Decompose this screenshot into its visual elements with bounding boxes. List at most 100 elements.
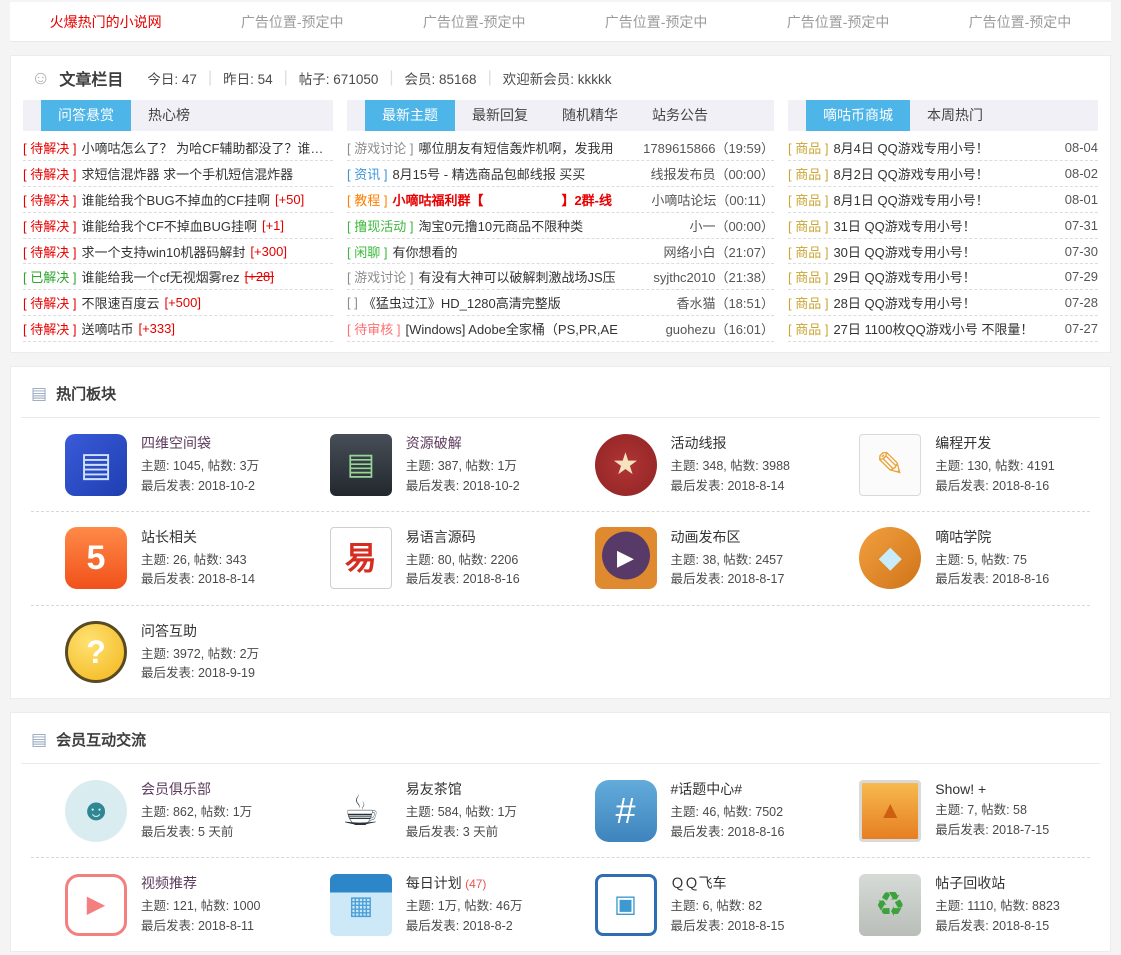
list-item[interactable]: [ 商品 ]27日 1100枚QQ游戏小号 不限量！07-27 — [788, 316, 1098, 342]
topic-title[interactable]: 30日 QQ游戏专用小号！ — [833, 242, 975, 261]
forum-block[interactable]: ✎编程开发主题: 130, 帖数: 4191最后发表: 2018-8-16 — [825, 433, 1090, 496]
forum-name-link[interactable]: 动画发布区 — [671, 527, 785, 547]
ad-slot-3[interactable]: 广告位置-预定中 — [605, 12, 708, 32]
topic-tag[interactable]: [ 待解决 ] — [23, 164, 76, 183]
list-item[interactable]: [ 教程 ]小嘀咕福利群【 】2群-线小嘀咕论坛（00:11） — [347, 187, 774, 213]
forum-name-link[interactable]: 会员俱乐部 — [141, 779, 252, 799]
tab-qa-bounty[interactable]: 问答悬赏 — [41, 100, 131, 131]
forum-block[interactable]: ▶视频推荐主题: 121, 帖数: 1000最后发表: 2018-8-11 — [31, 873, 296, 936]
html5-icon[interactable]: 5 — [65, 527, 127, 589]
topic-tag[interactable]: [ 待解决 ] — [23, 190, 76, 209]
tab-site-announcements[interactable]: 站务公告 — [635, 100, 725, 131]
topic-tag[interactable]: [ 游戏讨论 ] — [347, 138, 413, 157]
topic-title[interactable]: 求短信混炸器 求一个手机短信混炸器 — [81, 164, 293, 183]
list-item[interactable]: [ 商品 ]30日 QQ游戏专用小号！07-30 — [788, 239, 1098, 265]
forum-name-link[interactable]: #话题中心# — [671, 779, 785, 799]
forum-name-link[interactable]: 帖子回收站 — [935, 873, 1060, 893]
topic-tag[interactable]: [ 待解决 ] — [23, 242, 76, 261]
list-item[interactable]: [ 商品 ]28日 QQ游戏专用小号！07-28 — [788, 290, 1098, 316]
list-item[interactable]: [ 已解决 ]谁能给我一个cf无视烟雾rez[+28] — [23, 264, 333, 290]
forum-block[interactable]: 5站长相关主题: 26, 帖数: 343最后发表: 2018-8-14 — [31, 527, 296, 590]
bounty-amount[interactable]: [+300] — [250, 244, 287, 259]
forum-name-link[interactable]: 嘀咕学院 — [935, 527, 1049, 547]
forum-block[interactable]: ▣ＱＱ飞车主题: 6, 帖数: 82最后发表: 2018-8-15 — [561, 873, 826, 936]
diamond-icon[interactable]: ◆ — [859, 527, 921, 589]
topic-author-time[interactable]: guohezu（16:01） — [658, 319, 774, 338]
monitor-icon[interactable]: ▤ — [330, 434, 392, 496]
topic-title[interactable]: [Windows] Adobe全家桶（PS,PR,AE — [405, 319, 617, 338]
forum-name-link[interactable]: 站长相关 — [141, 527, 255, 547]
topic-author-time[interactable]: 线报发布员（00:00） — [642, 164, 774, 183]
topic-tag[interactable]: [ 待解决 ] — [23, 216, 76, 235]
list-item[interactable]: [ 待解决 ] 送嘀咕币 [+333] — [23, 316, 333, 342]
forum-block[interactable]: ☕易友茶馆主题: 584, 帖数: 1万最后发表: 3 天前 — [296, 779, 561, 842]
topic-tag[interactable]: [ 商品 ] — [788, 267, 828, 286]
list-item[interactable]: [ 待解决 ]小嘀咕怎么了？ 为哈CF辅助都没了？谁来解 — [23, 135, 333, 161]
topic-title[interactable]: 8月2日 QQ游戏专用小号！ — [833, 164, 988, 183]
ad-slot-4[interactable]: 广告位置-预定中 — [787, 12, 890, 32]
topic-author-time[interactable]: 1789615866（19:59） — [635, 138, 774, 157]
forum-block[interactable]: ◆嘀咕学院主题: 5, 帖数: 75最后发表: 2018-8-16 — [825, 527, 1090, 590]
forum-name-link[interactable]: 编程开发 — [935, 433, 1055, 453]
forum-name-link[interactable]: 易语言源码 — [406, 527, 520, 547]
hash-icon[interactable]: # — [595, 780, 657, 842]
list-item[interactable]: [ 商品 ]29日 QQ游戏专用小号！07-29 — [788, 264, 1098, 290]
topic-tag[interactable]: [ 待解决 ] — [23, 293, 76, 312]
topic-title[interactable]: 8月4日 QQ游戏专用小号！ — [833, 138, 988, 157]
topic-title[interactable]: 28日 QQ游戏专用小号！ — [833, 293, 975, 312]
list-item[interactable]: [ 待审核 ] [Windows] Adobe全家桶（PS,PR,AE guohez… — [347, 316, 774, 342]
ad-slot-5[interactable]: 广告位置-预定中 — [969, 12, 1072, 32]
novel-site-link[interactable]: 火爆热门的小说网 — [50, 12, 162, 32]
tab-latest-topics[interactable]: 最新主题 — [365, 100, 455, 131]
topic-title[interactable]: 29日 QQ游戏专用小号！ — [833, 267, 975, 286]
topic-title[interactable]: 淘宝0元撸10元商品不限种类 — [418, 216, 583, 235]
topic-title[interactable]: 谁能给我个CF不掉血BUG挂啊 — [81, 216, 257, 235]
list-item[interactable]: [ 商品 ]8月2日 QQ游戏专用小号！08-02 — [788, 161, 1098, 187]
topic-tag[interactable]: [ 闲聊 ] — [347, 242, 387, 261]
topic-tag[interactable]: [ 商品 ] — [788, 138, 828, 157]
forum-name-link[interactable]: 易友茶馆 — [406, 779, 517, 799]
list-item[interactable]: [ 商品 ]8月1日 QQ游戏专用小号！08-01 — [788, 187, 1098, 213]
topic-tag[interactable]: [ 教程 ] — [347, 190, 387, 209]
topic-title[interactable]: 小嘀咕福利群【 】2群-线 — [392, 190, 612, 209]
people-group-icon[interactable]: ☕ — [330, 780, 392, 842]
topic-tag[interactable]: [ 待审核 ] — [347, 319, 400, 338]
grid-box-icon[interactable]: ▤ — [65, 434, 127, 496]
forum-block[interactable]: ♻帖子回收站主题: 1110, 帖数: 8823最后发表: 2018-8-15 — [825, 873, 1090, 936]
forum-name-link[interactable]: 问答互助 — [141, 621, 259, 641]
topic-title[interactable]: 送嘀咕币 — [81, 319, 133, 338]
topic-author-time[interactable]: 香水猫（18:51） — [668, 293, 774, 312]
topic-tag[interactable]: [ 游戏讨论 ] — [347, 267, 413, 286]
list-item[interactable]: [ 撸现活动 ]淘宝0元撸10元商品不限种类小一（00:00） — [347, 213, 774, 239]
tab-latest-replies[interactable]: 最新回复 — [455, 100, 545, 131]
topic-tag[interactable]: [ 待解决 ] — [23, 319, 76, 338]
topic-tag[interactable]: [ ] — [347, 295, 358, 310]
forum-name-link[interactable]: 四维空间袋 — [141, 433, 259, 453]
topic-tag[interactable]: [ 商品 ] — [788, 242, 828, 261]
list-item[interactable]: [ 待解决 ]谁能给我个BUG不掉血的CF挂啊[+50] — [23, 187, 333, 213]
forum-name-link[interactable]: 每日计划 (47) — [406, 873, 523, 893]
bounty-amount[interactable]: [+50] — [275, 192, 304, 207]
topic-author-time[interactable]: syjthc2010（21:38） — [645, 267, 774, 286]
forum-name-link[interactable]: 视频推荐 — [141, 873, 261, 893]
tv-play-icon[interactable]: ▶ — [595, 527, 657, 589]
topic-author-time[interactable]: 小一（00:00） — [681, 216, 774, 235]
ad-slot-1[interactable]: 广告位置-预定中 — [241, 12, 344, 32]
forum-name-link[interactable]: ＱＱ飞车 — [671, 873, 785, 893]
list-item[interactable]: [ ] 《猛虫过江》HD_1280高清完整版 香水猫（18:51） — [347, 290, 774, 316]
list-item[interactable]: [ 待解决 ]谁能给我个CF不掉血BUG挂啊[+1] — [23, 213, 333, 239]
topic-title[interactable]: 8月15号 - 精选商品包邮线报 买买 — [392, 164, 585, 183]
bounty-amount[interactable]: [+28] — [245, 269, 274, 284]
topic-title[interactable]: 《猛虫过江》HD_1280高清完整版 — [363, 293, 561, 312]
yi-language-icon[interactable]: 易 — [330, 527, 392, 589]
topic-title[interactable]: 8月1日 QQ游戏专用小号！ — [833, 190, 988, 209]
topic-tag[interactable]: [ 待解决 ] — [23, 138, 76, 157]
list-item[interactable]: [ 待解决 ]求一个支持win10机器码解封[+300] — [23, 239, 333, 265]
video-play-icon[interactable]: ▶ — [65, 874, 127, 936]
forum-block[interactable]: ▦每日计划 (47)主题: 1万, 帖数: 46万最后发表: 2018-8-2 — [296, 873, 561, 936]
topic-author-time[interactable]: 网络小白（21:07） — [655, 242, 774, 261]
bounty-amount[interactable]: [+333] — [138, 321, 175, 336]
picture-icon[interactable]: ▲ — [859, 780, 921, 842]
forum-block[interactable]: ▤四维空间袋主题: 1045, 帖数: 3万最后发表: 2018-10-2 — [31, 433, 296, 496]
calendar-clock-icon[interactable]: ▦ — [330, 874, 392, 936]
